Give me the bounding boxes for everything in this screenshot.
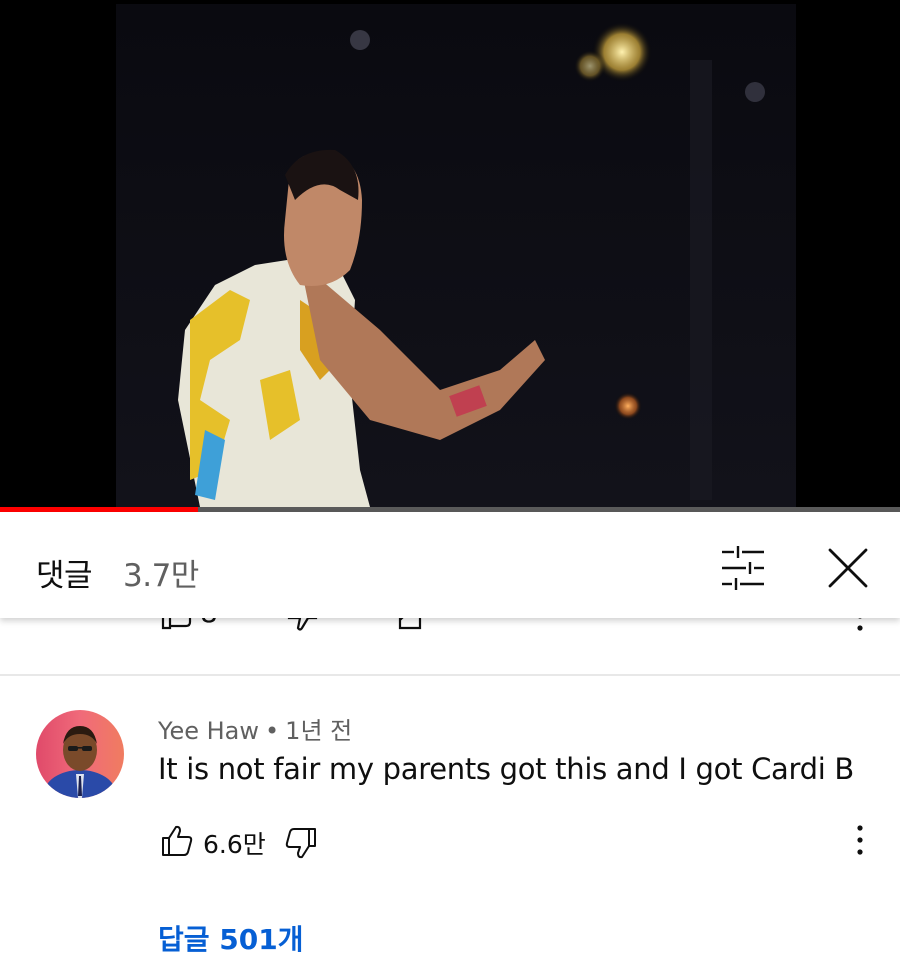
sort-filter-icon bbox=[722, 546, 764, 590]
dislike-icon bbox=[285, 828, 316, 859]
comment-meta: Yee Haw • 1년 전 bbox=[158, 711, 352, 746]
comment-text: It is not fair my parents got this and I… bbox=[158, 752, 855, 786]
avatar[interactable] bbox=[36, 710, 124, 798]
comment-author[interactable]: Yee Haw bbox=[158, 717, 259, 745]
comments-count: 3.7만 bbox=[123, 558, 199, 594]
like-button[interactable] bbox=[160, 824, 194, 858]
close-button[interactable] bbox=[818, 542, 878, 594]
like-icon bbox=[162, 825, 193, 856]
like-count: 6.6만 bbox=[203, 830, 266, 859]
avatar-image bbox=[36, 710, 124, 798]
meta-separator: • bbox=[265, 717, 280, 745]
comment-time: 1년 전 bbox=[285, 717, 353, 745]
video-frame bbox=[0, 0, 900, 512]
screen: 댓글 3.7만 8 Yee Haw • 1년 전 It is not fair … bbox=[0, 0, 900, 977]
video-player[interactable] bbox=[0, 0, 900, 512]
more-button[interactable] bbox=[848, 822, 872, 858]
more-vertical-icon bbox=[857, 825, 863, 855]
comments-header: 댓글 3.7만 bbox=[0, 512, 900, 618]
comments-title: 댓글 bbox=[36, 558, 93, 594]
sort-button[interactable] bbox=[716, 542, 772, 594]
replies-link[interactable]: 답글 501개 bbox=[158, 918, 303, 958]
close-icon bbox=[828, 548, 868, 588]
dislike-button[interactable] bbox=[284, 826, 318, 860]
comment-divider bbox=[0, 674, 900, 676]
